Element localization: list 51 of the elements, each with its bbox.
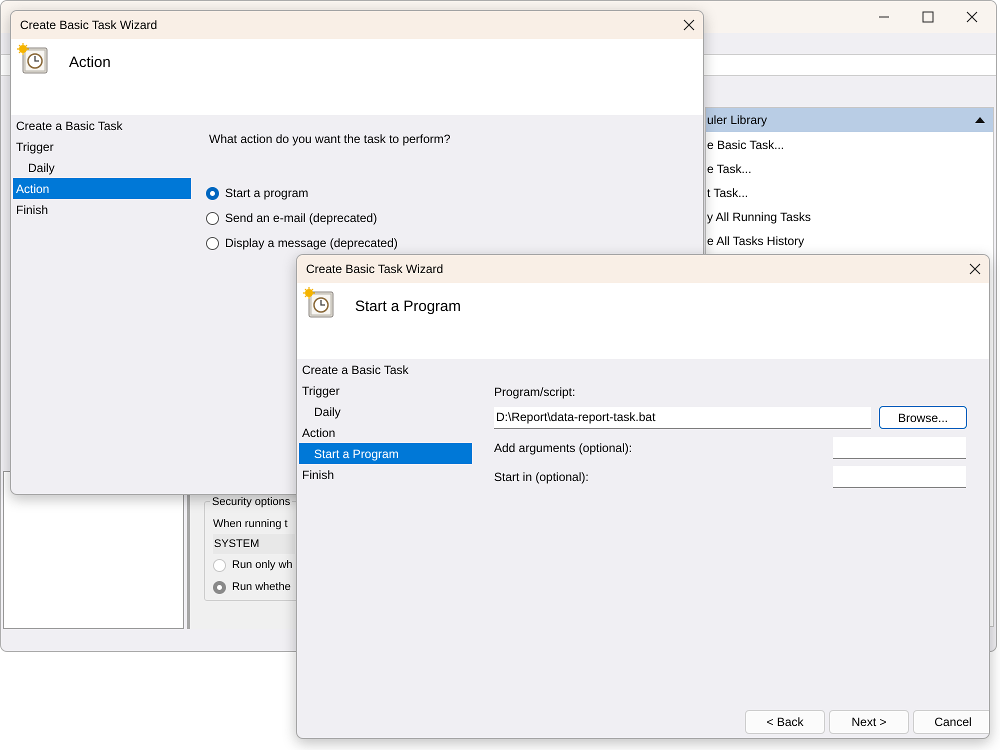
wizard-step: Finish [299, 464, 472, 485]
account-field: SYSTEM [213, 534, 295, 554]
wizard-step: Action [299, 422, 472, 443]
window-title: Create Basic Task Wizard [306, 261, 444, 278]
page-heading: Start a Program [355, 297, 461, 317]
radio-button[interactable] [206, 212, 219, 224]
close-icon[interactable] [683, 19, 695, 31]
action-link[interactable]: e Task... [706, 157, 993, 181]
radio-button[interactable] [206, 186, 219, 200]
wizard-button[interactable]: < Back [745, 710, 825, 734]
action-link[interactable]: y All Running Tasks [706, 205, 993, 229]
radio-button[interactable] [213, 580, 226, 594]
program-label: Program/script: [494, 384, 576, 401]
wizard-step: Action [13, 178, 191, 199]
arguments-field[interactable] [833, 437, 966, 459]
action-link[interactable]: e Basic Task... [706, 133, 993, 157]
close-icon[interactable] [966, 11, 978, 23]
radio-label: Display a message (deprecated) [225, 235, 398, 252]
collapse-icon[interactable] [975, 117, 985, 123]
wizard-step: Trigger [13, 136, 191, 157]
wizard-button[interactable]: Next > [829, 710, 909, 734]
radio-label: Start a program [225, 185, 308, 202]
wizard-step: Trigger [299, 380, 472, 401]
action-link[interactable]: e All Tasks History [706, 229, 993, 253]
close-icon[interactable] [969, 263, 981, 275]
group-title: Security options [210, 494, 292, 510]
task-clock-icon [17, 43, 49, 75]
security-prompt: When running t [213, 517, 289, 532]
action-link[interactable]: t Task... [706, 181, 993, 205]
program-field[interactable]: D:\Report\data-report-task.bat [494, 406, 871, 428]
arguments-label: Add arguments (optional): [494, 440, 632, 457]
start-in-label: Start in (optional): [494, 469, 589, 486]
radio-button[interactable] [206, 236, 219, 250]
task-clock-icon [303, 287, 335, 319]
wizard-step: Create a Basic Task [299, 359, 472, 380]
start-in-field[interactable] [833, 466, 966, 488]
wizard-step: Finish [13, 199, 191, 220]
wizard-button[interactable]: Cancel [913, 710, 989, 734]
browse-button[interactable]: Browse... [879, 406, 967, 429]
wizard-step: Create a Basic Task [13, 115, 191, 136]
actions-header[interactable]: uler Library [706, 108, 993, 132]
radio-label: Run only wh [232, 558, 293, 573]
wizard-step: Daily [299, 401, 472, 422]
maximize-icon[interactable] [922, 11, 934, 23]
radio-label: Send an e-mail (deprecated) [225, 210, 378, 227]
wizard-step: Daily [13, 157, 191, 178]
page-heading: Action [69, 53, 111, 73]
wizard-step: Start a Program [299, 443, 472, 464]
window-title: Create Basic Task Wizard [20, 17, 158, 34]
radio-label: Run whethe [232, 580, 291, 595]
question-text: What action do you want the task to perform? [209, 131, 452, 148]
